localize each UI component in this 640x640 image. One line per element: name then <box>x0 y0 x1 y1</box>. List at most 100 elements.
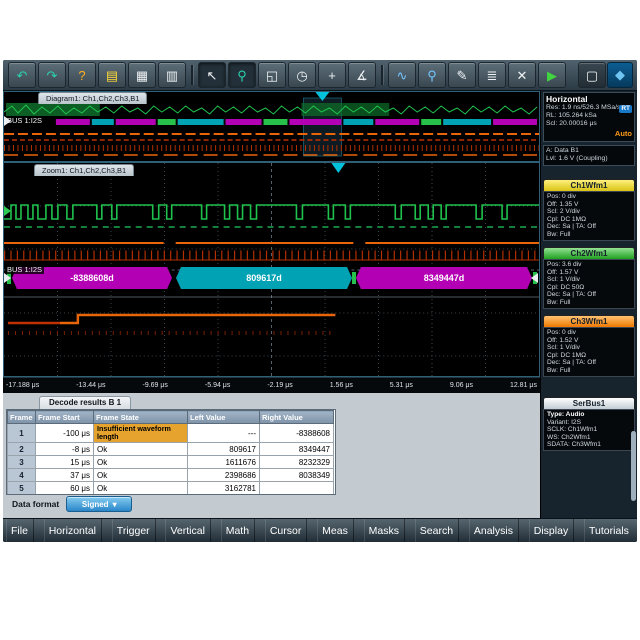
serbus-tab[interactable]: SerBus1 <box>543 397 635 409</box>
ch2-tab[interactable]: Ch2Wfm1 <box>543 247 635 259</box>
decode-row-1[interactable]: 1 -100 μs Insufficient waveform length -… <box>8 424 334 443</box>
decode-row-3[interactable]: 3 15 μs Ok 1611676 8232329 <box>8 456 334 469</box>
zoom1-tab[interactable]: Zoom1: Ch1,Ch2,Ch3,B1 <box>34 164 134 176</box>
time-label: -13.44 μs <box>76 382 105 389</box>
zoom-area-icon: ◱ <box>266 69 278 82</box>
decode-results-table: Frame Frame Start Frame State Left Value… <box>7 410 334 495</box>
ch3-scale: Scl: 1 V/div <box>547 344 631 352</box>
menu-search[interactable]: Search <box>415 519 459 542</box>
ch1-pos: Pos: 0 div <box>547 193 631 201</box>
serbus-details[interactable]: Type: Audio Variant: I2S SCLK: Ch1Wfm1 W… <box>543 409 635 451</box>
display-settings-button[interactable]: ▢ <box>578 62 606 88</box>
menu-masks[interactable]: Masks <box>364 519 405 542</box>
measure-button[interactable]: ∡ <box>348 62 376 88</box>
cell-frame: 2 <box>8 443 36 456</box>
ch1-scale: Scl: 2 V/div <box>547 208 631 216</box>
fft-button[interactable]: ∿ <box>388 62 416 88</box>
ch3-details[interactable]: Pos: 0 div Off: 1.52 V Scl: 1 V/div Cpl:… <box>543 327 635 377</box>
time-label: -5.94 μs <box>205 382 230 389</box>
zoom-area-button[interactable]: ◱ <box>258 62 286 88</box>
main-area: Diagram1: Ch1,Ch2,Ch3,B1 <box>3 91 637 518</box>
time-label: -9.69 μs <box>143 382 168 389</box>
diagram1-tab[interactable]: Diagram1: Ch1,Ch2,Ch3,B1 <box>38 92 147 104</box>
ch2-signal-block: Ch2Wfm1 Pos: 3.6 div Off: 1.57 V Scl: 1 … <box>543 247 635 309</box>
cell-left-value: 1611676 <box>188 456 260 469</box>
redo-icon: ↷ <box>47 69 58 82</box>
apps-button[interactable]: ▥ <box>158 62 186 88</box>
horizontal-panel[interactable]: Horizontal Res: 1.9 ns/526.3 MSa/s RL: 1… <box>543 92 635 142</box>
column-header-frame-state: Frame State <box>94 411 188 424</box>
diagram1-bus-position-marker[interactable] <box>4 116 11 126</box>
ch2-position-marker[interactable] <box>4 206 11 216</box>
cell-frame-state: Ok <box>94 469 188 482</box>
ch3-tab[interactable]: Ch3Wfm1 <box>543 315 635 327</box>
fft-wave-icon: ∿ <box>397 69 408 82</box>
cell-frame: 4 <box>8 469 36 482</box>
sidebar-scrollbar[interactable] <box>631 431 636 501</box>
delete-button[interactable]: ✕ <box>508 62 536 88</box>
demo-button[interactable]: ▶ <box>538 62 566 88</box>
data-format-dropdown[interactable]: Signed ▾ <box>66 496 132 512</box>
menu-meas[interactable]: Meas <box>317 519 354 542</box>
bus-frame-block[interactable]: 809617d <box>176 267 352 289</box>
help-button[interactable]: ? <box>68 62 96 88</box>
decode-row-2[interactable]: 2 -8 μs Ok 809617 8349447 <box>8 443 334 456</box>
search-button[interactable]: ⚲ <box>418 62 446 88</box>
zoom-tool-button[interactable]: ⚲ <box>228 62 256 88</box>
menu-trigger[interactable]: Trigger <box>112 519 156 542</box>
cursor-tool-button[interactable]: + <box>318 62 346 88</box>
apps-grid-icon: ▥ <box>166 69 178 82</box>
undo-button[interactable]: ↶ <box>8 62 36 88</box>
clock-icon: ◷ <box>296 69 307 82</box>
decode-row-5[interactable]: 5 60 μs Ok 3162781 <box>8 482 334 495</box>
serbus-variant: Variant: I2S <box>547 419 631 427</box>
chevron-down-icon: ▾ <box>113 500 117 509</box>
zoom1-panel[interactable]: Zoom1: Ch1,Ch2,Ch3,B1 <box>3 162 540 377</box>
ch1-offset: Off: 1.35 V <box>547 201 631 209</box>
menu-analysis[interactable]: Analysis <box>469 519 519 542</box>
serbus-sclk: SCLK: Ch1Wfm1 <box>547 426 631 434</box>
menu-horizontal[interactable]: Horizontal <box>44 519 102 542</box>
menu-file[interactable]: File <box>6 519 34 542</box>
measure-icon: ∡ <box>356 69 368 82</box>
save-recall-button[interactable]: ▤ <box>98 62 126 88</box>
bus-frame-block[interactable]: 8349447d <box>356 267 532 289</box>
decode-row-4[interactable]: 4 37 μs Ok 2398686 8038349 <box>8 469 334 482</box>
toolbar: ↶ ↷ ? ▤ ▦ ▥ ↖ ⚲ ◱ ◷ + ∡ ∿ ⚲ ✎ ≣ ✕ ▶ ▢ ◆ <box>3 60 637 91</box>
menu-tutorials[interactable]: Tutorials <box>584 519 634 542</box>
bus-position-marker-right[interactable] <box>531 273 538 283</box>
signal-bar: Horizontal Res: 1.9 ns/526.3 MSa/s RL: 1… <box>540 91 637 518</box>
serbus-signal-block: SerBus1 Type: Audio Variant: I2S SCLK: C… <box>543 397 635 451</box>
cell-left-value: 3162781 <box>188 482 260 495</box>
ch1-tab[interactable]: Ch1Wfm1 <box>543 179 635 191</box>
menu-math[interactable]: Math <box>221 519 255 542</box>
trash-icon: ✕ <box>517 69 528 82</box>
column-header-frame: Frame <box>8 411 36 424</box>
ch1-signal-block: Ch1Wfm1 Pos: 0 div Off: 1.35 V Scl: 2 V/… <box>543 179 635 241</box>
redo-button[interactable]: ↷ <box>38 62 66 88</box>
trigger-panel[interactable]: A: Data B1 Lvl: 1.6 V (Coupling) <box>543 145 635 166</box>
menu-cursor[interactable]: Cursor <box>265 519 308 542</box>
histogram-button[interactable]: ≣ <box>478 62 506 88</box>
acquisition-button[interactable]: ◷ <box>288 62 316 88</box>
menu-display[interactable]: Display <box>529 519 574 542</box>
ch2-details[interactable]: Pos: 3.6 div Off: 1.57 V Scl: 1 V/div Cp… <box>543 259 635 309</box>
bus-position-marker-left[interactable] <box>4 273 11 283</box>
ch3-decimation: Dec: Sa | TA: Off <box>547 359 631 367</box>
ch3-coupling: Cpl: DC 1MΩ <box>547 352 631 360</box>
annotate-button[interactable]: ✎ <box>448 62 476 88</box>
diagram1-panel[interactable]: Diagram1: Ch1,Ch2,Ch3,B1 <box>3 91 540 162</box>
bus-frame-value: -8388608d <box>70 273 114 283</box>
ch2-bandwidth: Bw: Full <box>547 299 631 307</box>
cell-frame-start: 37 μs <box>36 469 94 482</box>
ch1-details[interactable]: Pos: 0 div Off: 1.35 V Scl: 2 V/div Cpl:… <box>543 191 635 241</box>
cell-frame: 1 <box>8 424 36 443</box>
bus-frame-value: 809617d <box>246 273 282 283</box>
report-button[interactable]: ▦ <box>128 62 156 88</box>
toolbar-separator <box>191 65 193 85</box>
decode-results-tab[interactable]: Decode results B 1 <box>39 396 131 410</box>
decode-header-row: Frame Frame Start Frame State Left Value… <box>8 411 334 424</box>
select-tool-button[interactable]: ↖ <box>198 62 226 88</box>
pencil-icon: ✎ <box>457 69 468 82</box>
menu-vertical[interactable]: Vertical <box>165 519 210 542</box>
